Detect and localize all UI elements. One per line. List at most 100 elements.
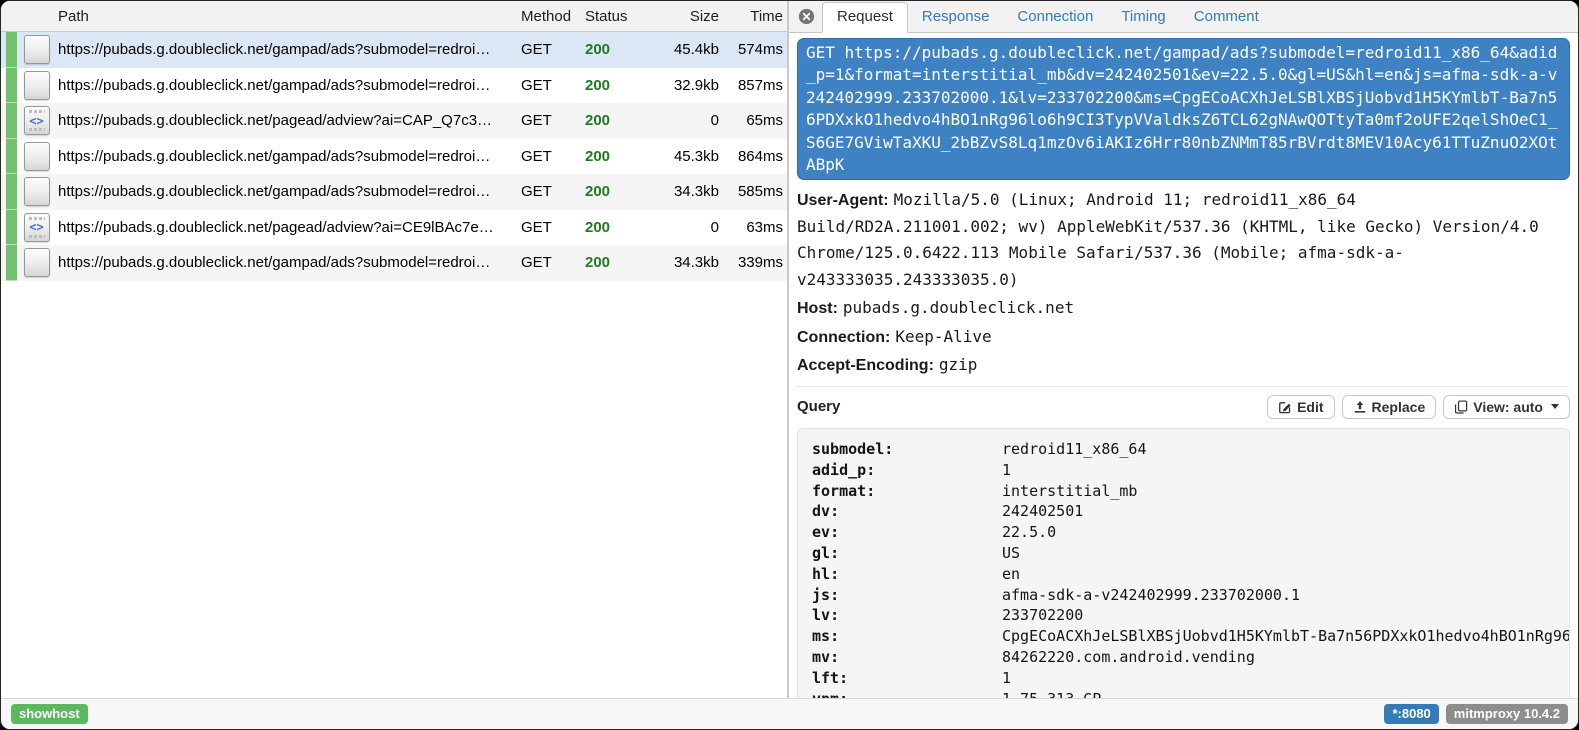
proxy-address-badge: *:8080	[1384, 704, 1438, 724]
flow-marker	[6, 103, 17, 139]
query-key: ms	[812, 626, 1002, 647]
query-value: 1	[1002, 668, 1569, 689]
column-header-method: Method	[521, 8, 585, 25]
tab-response[interactable]: Response	[908, 3, 1004, 32]
detail-tab-bar: Request Response Connection Timing Comme…	[789, 1, 1578, 33]
document-icon	[24, 71, 50, 100]
edit-button[interactable]: Edit	[1267, 395, 1334, 419]
query-value: 22.5.0	[1002, 522, 1569, 543]
query-key: js	[812, 585, 1002, 606]
tab-timing[interactable]: Timing	[1107, 3, 1179, 32]
flow-row[interactable]: <> https://pubads.g.doubleclick.net/page…	[1, 103, 787, 139]
query-value: redroid11_x86_64	[1002, 439, 1569, 460]
code-glyph: <>	[29, 221, 43, 233]
query-value: US	[1002, 543, 1569, 564]
query-key: dv	[812, 501, 1002, 522]
flow-marker	[6, 174, 17, 210]
flow-marker	[6, 139, 17, 175]
header-value: gzip	[939, 355, 978, 374]
query-row: jsafma-sdk-a-v242402999.233702000.1	[812, 585, 1569, 606]
header-line: Accept-Encoding gzip	[797, 352, 1570, 379]
query-section: Query Edit	[797, 386, 1570, 698]
query-value: CpgECoACXhJeLSBlXBSjUobvd1H5KYmlbT-Ba7n5…	[1002, 626, 1569, 647]
path-cell: https://pubads.g.doubleclick.net/gampad/…	[58, 254, 521, 271]
query-row: dv242402501	[812, 501, 1569, 522]
tab-comment[interactable]: Comment	[1180, 3, 1273, 32]
flow-row[interactable]: <> https://pubads.g.doubleclick.net/page…	[1, 210, 787, 246]
method-cell: GET	[521, 77, 585, 94]
status-cell: 200	[585, 77, 647, 94]
flow-row[interactable]: https://pubads.g.doubleclick.net/gampad/…	[1, 245, 787, 281]
path-cell: https://pubads.g.doubleclick.net/gampad/…	[58, 148, 521, 165]
flow-row[interactable]: https://pubads.g.doubleclick.net/gampad/…	[1, 68, 787, 104]
path-cell: https://pubads.g.doubleclick.net/gampad/…	[58, 77, 521, 94]
time-cell: 857ms	[719, 77, 787, 94]
marker-column-header	[6, 1, 17, 31]
query-row: mv84262220.com.android.vending	[812, 647, 1569, 668]
header-name: Accept-Encoding	[797, 357, 934, 374]
method-cell: GET	[521, 148, 585, 165]
status-cell: 200	[585, 41, 647, 58]
path-cell: https://pubads.g.doubleclick.net/pagead/…	[58, 219, 521, 236]
method-cell: GET	[521, 112, 585, 129]
query-row: adid_p1	[812, 460, 1569, 481]
flow-row[interactable]: https://pubads.g.doubleclick.net/gampad/…	[1, 139, 787, 175]
query-key: ev	[812, 522, 1002, 543]
size-cell: 45.3kb	[647, 148, 719, 165]
query-row: lv233702200	[812, 605, 1569, 626]
size-cell: 34.3kb	[647, 183, 719, 200]
header-value: Mozilla/5.0 (Linux; Android 11; redroid1…	[797, 190, 1539, 289]
query-key: lv	[812, 605, 1002, 626]
status-cell: 200	[585, 183, 647, 200]
request-line[interactable]: GET https://pubads.g.doubleclick.net/gam…	[797, 38, 1570, 180]
flow-list-panel: Path Method Status Size Time https://pub…	[1, 1, 787, 698]
header-name: User-Agent	[797, 192, 889, 209]
edit-button-label: Edit	[1297, 399, 1323, 415]
status-cell: 200	[585, 112, 647, 129]
document-icon	[24, 35, 50, 64]
path-cell: https://pubads.g.doubleclick.net/gampad/…	[58, 183, 521, 200]
html-document-icon: <>	[24, 106, 50, 135]
query-row: glUS	[812, 543, 1569, 564]
query-row: submodelredroid11_x86_64	[812, 439, 1569, 460]
flow-row[interactable]: https://pubads.g.doubleclick.net/gampad/…	[1, 32, 787, 68]
method-cell: GET	[521, 183, 585, 200]
size-cell: 45.4kb	[647, 41, 719, 58]
time-cell: 864ms	[719, 148, 787, 165]
document-icon	[24, 142, 50, 171]
header-name: Host	[797, 300, 838, 317]
query-key: gl	[812, 543, 1002, 564]
query-value: 1.75.313.GP	[1002, 689, 1569, 699]
header-line: Host pubads.g.doubleclick.net	[797, 295, 1570, 322]
header-value: pubads.g.doubleclick.net	[843, 298, 1074, 317]
time-cell: 585ms	[719, 183, 787, 200]
query-row: ev22.5.0	[812, 522, 1569, 543]
query-title: Query	[797, 398, 1260, 415]
main-area: Path Method Status Size Time https://pub…	[1, 1, 1578, 698]
query-key: adid_p	[812, 460, 1002, 481]
flow-list-header: Path Method Status Size Time	[1, 1, 787, 32]
header-name: Connection	[797, 329, 890, 346]
query-row: formatinterstitial_mb	[812, 481, 1569, 502]
request-headers: User-AgentMozilla/5.0 (Linux; Android 11…	[797, 187, 1570, 379]
query-header: Query Edit	[797, 395, 1570, 419]
status-bar: showhost *:8080 mitmproxy 10.4.2	[1, 698, 1578, 729]
method-cell: GET	[521, 41, 585, 58]
query-row: lft1	[812, 668, 1569, 689]
document-icon	[24, 177, 50, 206]
close-icon	[798, 8, 815, 25]
column-header-size: Size	[647, 8, 719, 25]
view-mode-button[interactable]: View: auto	[1443, 395, 1570, 419]
size-cell: 34.3kb	[647, 254, 719, 271]
replace-button[interactable]: Replace	[1342, 395, 1437, 419]
time-cell: 63ms	[719, 219, 787, 236]
tab-request[interactable]: Request	[822, 2, 908, 33]
close-flow-detail-button[interactable]	[798, 8, 815, 25]
tab-connection[interactable]: Connection	[1003, 3, 1107, 32]
query-value: interstitial_mb	[1002, 481, 1569, 502]
flow-row[interactable]: https://pubads.g.doubleclick.net/gampad/…	[1, 174, 787, 210]
column-header-path: Path	[58, 8, 521, 25]
query-key: submodel	[812, 439, 1002, 460]
flow-detail-panel: Request Response Connection Timing Comme…	[787, 1, 1578, 698]
status-cell: 200	[585, 254, 647, 271]
